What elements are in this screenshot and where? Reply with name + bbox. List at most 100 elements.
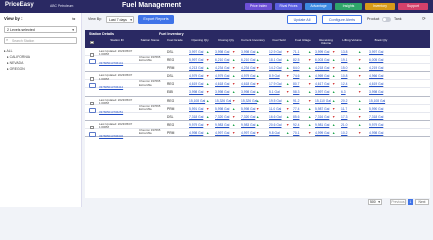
view-by-select[interactable]: Last 7 days ▾	[106, 16, 134, 23]
tree-item[interactable]: ▸ OREGON	[7, 67, 25, 71]
station-id-link[interactable]: 337665013706141	[99, 61, 135, 65]
column-header[interactable]: Fuel Sold	[269, 38, 289, 42]
column-header[interactable]: Station ID	[99, 38, 135, 42]
inventory-value-open[interactable]: 4,213 Gal	[189, 64, 203, 72]
inventory-value-open[interactable]: 9,979 Gal	[189, 121, 203, 129]
inventory-value-ull[interactable]: 92.4	[293, 121, 299, 129]
inventory-value-lift[interactable]: 10.2	[341, 129, 347, 137]
book-qty[interactable]: 6,005 Gal	[369, 56, 383, 64]
inventory-value-lift[interactable]: 13.8	[341, 48, 347, 56]
inventory-value-inv[interactable]: 9,983 Gal	[241, 121, 255, 129]
inventory-value-close[interactable]: 4,618 Gal	[215, 80, 229, 88]
inventory-value-close[interactable]: 5,998 Gal	[215, 105, 229, 113]
update-all-button[interactable]: Update All	[287, 15, 317, 24]
inventory-value-close[interactable]: 3,998 Gal	[215, 48, 229, 56]
book-qty[interactable]: 3,997 Gal	[369, 48, 383, 56]
column-header[interactable]: Lifting Volume	[341, 38, 363, 42]
inventory-value-recv[interactable]: 4,218 Gal	[315, 64, 329, 72]
next-page-button[interactable]: Next	[415, 199, 429, 205]
inventory-value-recv[interactable]: 3,997 Gal	[315, 88, 329, 96]
column-header[interactable]: Closing Qty	[215, 38, 237, 42]
inventory-value-sold[interactable]: 18.1 Gal	[269, 56, 281, 64]
book-qty[interactable]: 7,318 Gal	[369, 113, 383, 121]
column-header[interactable]: Receiving Volume	[315, 38, 337, 46]
tree-item[interactable]: ▸ NEVADA	[7, 61, 23, 65]
inventory-value-recv[interactable]: 3,999 Gal	[315, 48, 329, 56]
book-qty[interactable]: 5,990 Gal	[369, 105, 383, 113]
inventory-value-ull[interactable]: 58.3	[293, 88, 299, 96]
station-search-input[interactable]: Search Station	[4, 37, 77, 44]
inventory-value-open[interactable]: 4,619 Gal	[189, 80, 203, 88]
inventory-value-sold[interactable]: 16.6 Gal	[269, 113, 281, 121]
inventory-value-sold[interactable]: 5.1 Gal	[269, 88, 280, 96]
inventory-value-sold[interactable]: 14.2 Gal	[269, 64, 281, 72]
refresh-icon[interactable]: ⟳	[422, 16, 426, 22]
station-icon[interactable]	[89, 83, 96, 89]
book-qty[interactable]: 4,998 Gal	[369, 129, 383, 137]
inventory-value-ull[interactable]: 70.1	[293, 129, 299, 137]
station-icon[interactable]	[89, 59, 96, 64]
inventory-value-open[interactable]: 3,997 Gal	[189, 48, 203, 56]
row-checkbox[interactable]	[90, 77, 94, 81]
select-all-checkbox[interactable]	[90, 40, 94, 44]
nav-button-2[interactable]: Advantage	[305, 3, 332, 10]
inventory-value-lift[interactable]: 21.0	[341, 121, 347, 129]
previous-page-button[interactable]: Previous	[390, 199, 406, 205]
inventory-value-open[interactable]: 4,998 Gal	[189, 129, 203, 137]
inventory-value-lift[interactable]: 19.1	[341, 56, 347, 64]
inventory-value-inv[interactable]: 4,997 Gal	[241, 129, 255, 137]
row-checkbox[interactable]	[90, 101, 94, 106]
inventory-value-sold[interactable]: 11.0 Gal	[269, 105, 281, 113]
inventory-value-recv[interactable]: 5,987 Gal	[315, 105, 329, 113]
inventory-value-sold[interactable]: 9.8 Gal	[269, 129, 280, 137]
inventory-value-close[interactable]: 4,979 Gal	[215, 72, 229, 80]
inventory-value-open[interactable]: 4,979 Gal	[189, 72, 203, 80]
inventory-value-lift[interactable]: 15.0	[341, 64, 347, 72]
inventory-value-ull[interactable]: 71.1	[293, 48, 299, 56]
export-reports-button[interactable]: Export Reports	[138, 15, 174, 24]
nav-button-0[interactable]: Price Index	[245, 3, 272, 10]
inventory-value-close[interactable]: 4,997 Gal	[215, 129, 229, 137]
inventory-value-sold[interactable]: 20.6 Gal	[269, 121, 281, 129]
inventory-value-close[interactable]: 7,320 Gal	[215, 113, 229, 121]
inventory-value-sold[interactable]: 19.5 Gal	[269, 97, 281, 105]
inventory-value-inv[interactable]: 4,618 Gal	[241, 80, 255, 88]
inventory-value-recv[interactable]: 15,110 Gal	[315, 97, 331, 105]
nav-button-3[interactable]: Insights	[335, 3, 362, 10]
column-header[interactable]: Book Qty	[367, 38, 395, 42]
inventory-value-close[interactable]: 3,998 Gal	[215, 88, 229, 96]
inventory-value-ull[interactable]: 64.0	[293, 64, 299, 72]
row-checkbox[interactable]	[90, 125, 94, 130]
inventory-value-recv[interactable]: 9,981 Gal	[315, 121, 329, 129]
inventory-value-ull[interactable]: 74.6	[293, 72, 299, 80]
inventory-value-inv[interactable]: 7,320 Gal	[241, 113, 255, 121]
inventory-value-inv[interactable]: 3,998 Gal	[241, 48, 255, 56]
station-icon[interactable]	[89, 107, 96, 113]
inventory-value-recv[interactable]: 4,999 Gal	[315, 129, 329, 137]
inventory-value-open[interactable]: 5,997 Gal	[189, 56, 203, 64]
tree-item[interactable]: ▸ ALL	[4, 49, 13, 53]
inventory-value-ull[interactable]: 82.5	[293, 56, 299, 64]
product-tank-toggle[interactable]	[382, 17, 391, 22]
row-checkbox[interactable]	[90, 53, 94, 57]
inventory-value-close[interactable]: 4,234 Gal	[215, 64, 229, 72]
book-qty[interactable]: 3,998 Gal	[369, 88, 383, 96]
inventory-value-ull[interactable]: 77.4	[293, 105, 299, 113]
column-header[interactable]: Station Name	[139, 38, 161, 42]
inventory-value-lift[interactable]: 10.8	[341, 72, 347, 80]
configure-alerts-button[interactable]: Configure Alerts	[322, 15, 362, 24]
inventory-value-inv[interactable]: 5,998 Gal	[241, 105, 255, 113]
inventory-value-sold[interactable]: 8.9 Gal	[269, 72, 280, 80]
column-header[interactable]: Opening Qty	[189, 38, 211, 42]
column-header[interactable]: Current Inventory	[241, 38, 265, 42]
station-id-link[interactable]: 337665013706332	[99, 134, 135, 138]
inventory-value-lift[interactable]: 11.7	[341, 105, 347, 113]
inventory-value-sold[interactable]: 17.9 Gal	[269, 80, 281, 88]
inventory-value-close[interactable]: 6,210 Gal	[215, 56, 229, 64]
page-size-select[interactable]: 500 ▾	[368, 199, 382, 205]
nav-button-1[interactable]: Rival Prices	[275, 3, 302, 10]
inventory-value-open[interactable]: 5,991 Gal	[189, 105, 203, 113]
book-qty[interactable]: 4,966 Gal	[369, 72, 383, 80]
inventory-value-lift[interactable]: 12.4	[341, 80, 347, 88]
column-header[interactable]: Fuel Ullage	[293, 38, 313, 42]
